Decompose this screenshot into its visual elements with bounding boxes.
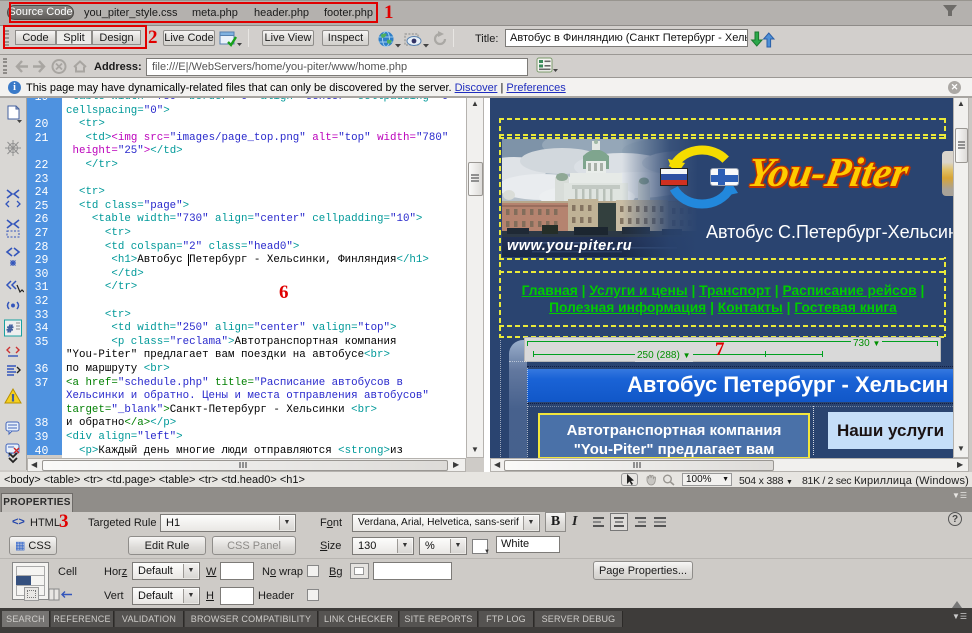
svg-text:!: ! xyxy=(12,393,15,403)
svg-text:#: # xyxy=(7,324,13,335)
